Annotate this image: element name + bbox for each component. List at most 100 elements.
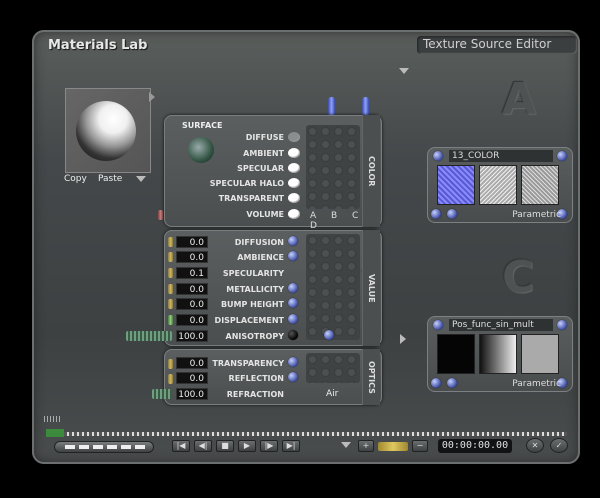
transparency-input[interactable]: 0.0 <box>176 357 208 369</box>
texture-source-editor-field[interactable]: Texture Source Editor <box>417 36 577 54</box>
input-plug-icon[interactable] <box>168 374 173 384</box>
go-end-button[interactable]: ▶| <box>282 440 300 452</box>
bump-height-input[interactable]: 0.0 <box>176 298 208 310</box>
anisotropy-input[interactable]: 100.0 <box>176 330 208 342</box>
tab-color[interactable]: COLOR <box>362 115 380 227</box>
ambience-knob[interactable] <box>288 251 298 261</box>
timeline-marker[interactable] <box>46 429 64 437</box>
anisotropy-knob[interactable] <box>288 330 298 340</box>
key-icon[interactable] <box>378 442 408 451</box>
reflection-label: REFLECTION <box>228 374 284 383</box>
texture-knob[interactable] <box>447 209 457 219</box>
expand-arrow-icon[interactable] <box>400 334 406 344</box>
diffuse-label: DIFFUSE <box>245 133 284 142</box>
transport-menu-icon[interactable] <box>341 442 351 448</box>
specular-label: SPECULAR <box>237 164 284 173</box>
transparency-label: TRANSPARENCY <box>212 359 284 368</box>
input-plug-icon[interactable] <box>168 299 173 309</box>
timecode-display[interactable]: 00:00:00.00 <box>438 439 512 453</box>
reflection-input[interactable]: 0.0 <box>176 372 208 384</box>
ambience-input[interactable]: 0.0 <box>176 251 208 263</box>
texture-slot-a[interactable]: 13_COLOR Parametric <box>427 147 573 223</box>
tab-optics[interactable]: OPTICS <box>362 349 380 405</box>
texture-knob[interactable] <box>433 320 443 330</box>
texture-swatch-b[interactable] <box>479 334 517 374</box>
metallicity-input[interactable]: 0.0 <box>176 283 208 295</box>
copy-button[interactable]: Copy <box>64 174 87 184</box>
texture-knob[interactable] <box>431 209 441 219</box>
specular-halo-toggle[interactable] <box>288 178 300 188</box>
matrix-connector-icon[interactable] <box>324 330 334 340</box>
volume-label: VOLUME <box>246 210 284 219</box>
input-plug-icon[interactable] <box>168 252 173 262</box>
timeline-track[interactable] <box>47 432 567 436</box>
texture-swatch-a[interactable] <box>437 334 475 374</box>
input-plug-icon[interactable] <box>168 359 173 369</box>
texture-a-type: Parametric <box>512 210 561 220</box>
anisotropy-slider[interactable] <box>126 331 172 341</box>
materials-lab-window: Materials Lab Texture Source Editor Copy… <box>32 30 580 464</box>
displacement-label: DISPLACEMENT <box>214 316 284 325</box>
optics-connection-matrix[interactable] <box>306 353 360 383</box>
texture-knob[interactable] <box>431 378 441 388</box>
specular-toggle[interactable] <box>288 163 300 173</box>
volume-toggle[interactable] <box>288 209 300 219</box>
refraction-input[interactable]: 100.0 <box>176 388 208 400</box>
add-key-button[interactable]: + <box>358 440 374 452</box>
volume-plug-icon[interactable] <box>158 210 163 220</box>
frame-stepper[interactable] <box>54 441 154 453</box>
transparency-knob[interactable] <box>288 357 298 367</box>
remove-key-button[interactable]: − <box>412 440 428 452</box>
diffusion-input[interactable]: 0.0 <box>176 236 208 248</box>
step-back-button[interactable]: ◀| <box>194 440 212 452</box>
diffusion-knob[interactable] <box>288 236 298 246</box>
refraction-slider[interactable] <box>152 389 172 399</box>
input-plug-icon[interactable] <box>168 268 173 278</box>
texture-swatch-c[interactable] <box>521 334 559 374</box>
input-plug-icon[interactable] <box>168 237 173 247</box>
transparent-toggle[interactable] <box>288 193 300 203</box>
go-start-button[interactable]: |◀ <box>172 440 190 452</box>
texture-swatch-b[interactable] <box>479 165 517 205</box>
play-button[interactable]: ▶ <box>238 440 256 452</box>
texture-knob[interactable] <box>447 378 457 388</box>
metallicity-knob[interactable] <box>288 283 298 293</box>
value-connection-matrix[interactable] <box>306 234 360 340</box>
tab-value[interactable]: VALUE <box>362 230 380 346</box>
surface-swatch-icon[interactable] <box>188 137 214 163</box>
texture-knob[interactable] <box>433 151 443 161</box>
diffusion-label: DIFFUSION <box>234 238 284 247</box>
transparent-label: TRANSPARENT <box>218 194 284 203</box>
resize-grip-icon[interactable] <box>44 416 60 422</box>
reflection-knob[interactable] <box>288 372 298 382</box>
texture-c-name: Pos_func_sin_mult <box>449 319 553 331</box>
step-forward-button[interactable]: |▶ <box>260 440 278 452</box>
paste-menu-icon[interactable] <box>136 176 146 182</box>
texture-swatch-c[interactable] <box>521 165 559 205</box>
displacement-input[interactable]: 0.0 <box>176 314 208 326</box>
displacement-knob[interactable] <box>288 314 298 324</box>
texture-swatch-a[interactable] <box>437 165 475 205</box>
texture-knob[interactable] <box>557 151 567 161</box>
texture-knob[interactable] <box>557 320 567 330</box>
color-plug-icon[interactable] <box>362 97 369 117</box>
preview-arrow-icon[interactable] <box>149 92 155 102</box>
surface-connection-matrix[interactable] <box>306 125 360 209</box>
bump-height-knob[interactable] <box>288 298 298 308</box>
slot-c-letter: C <box>502 252 535 303</box>
diffuse-toggle[interactable] <box>288 132 300 142</box>
material-preview[interactable] <box>65 88 151 173</box>
metallicity-label: METALLICITY <box>226 285 284 294</box>
ambient-toggle[interactable] <box>288 148 300 158</box>
input-plug-icon[interactable] <box>168 315 173 325</box>
ok-button[interactable]: ✓ <box>550 438 568 453</box>
paste-button[interactable]: Paste <box>98 174 122 184</box>
stop-button[interactable]: ■ <box>216 440 234 452</box>
color-plug-icon[interactable] <box>328 97 335 117</box>
cancel-button[interactable]: ✕ <box>526 438 544 453</box>
specularity-label: SPECULARITY <box>222 269 284 278</box>
menu-arrow-icon[interactable] <box>399 68 409 74</box>
specularity-input[interactable]: 0.1 <box>176 267 208 279</box>
texture-slot-c[interactable]: Pos_func_sin_mult Parametric <box>427 316 573 392</box>
input-plug-icon[interactable] <box>168 284 173 294</box>
